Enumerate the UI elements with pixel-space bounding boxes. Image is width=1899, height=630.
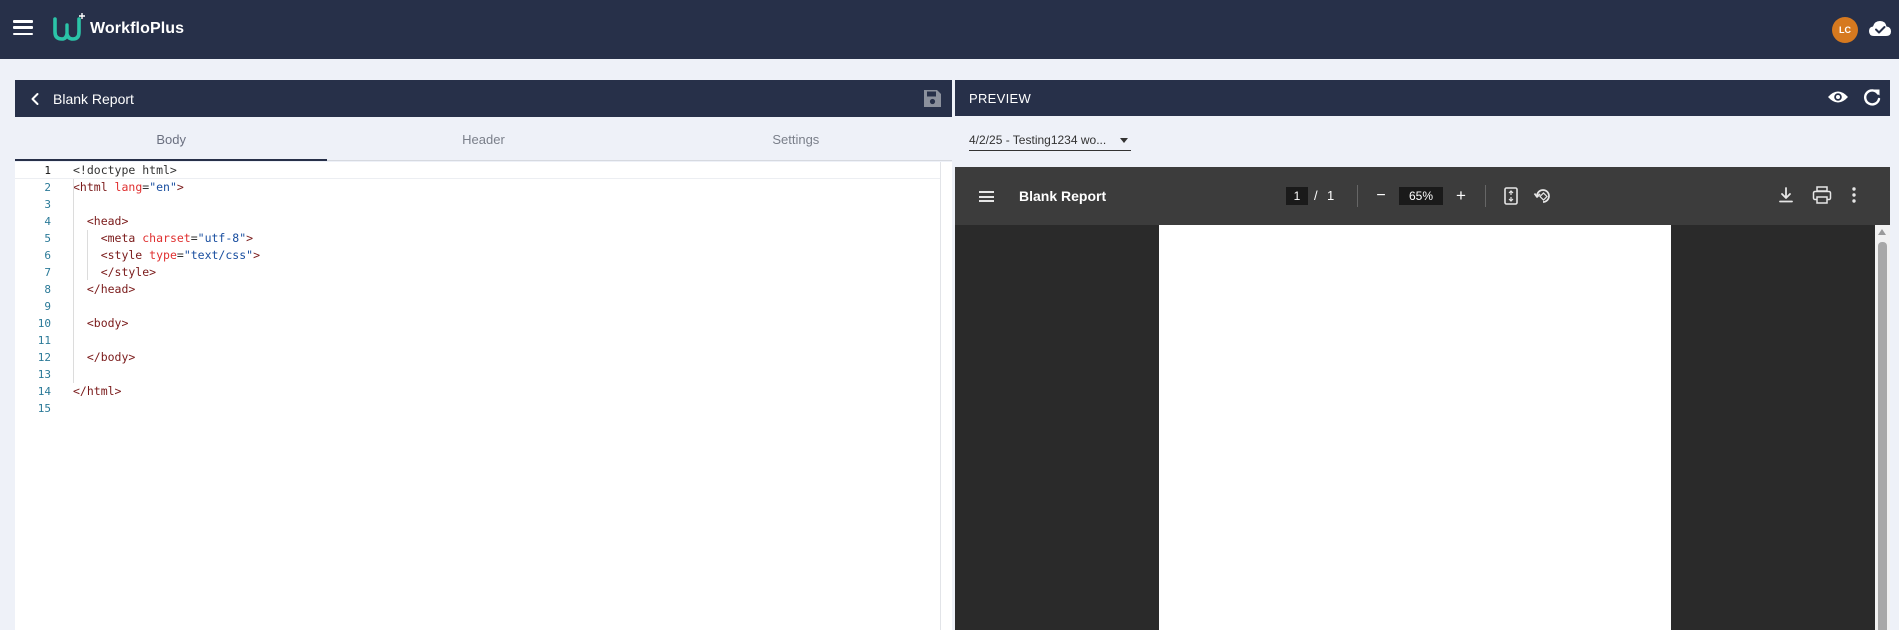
line-number: 1 <box>44 164 51 177</box>
chevron-left-icon[interactable] <box>27 91 43 107</box>
code-text: <head> <box>73 214 129 228</box>
code-line: 7 </style> <box>15 264 940 281</box>
app-header: WorkfloPlus LC <box>0 0 1899 59</box>
indent-guide <box>87 230 88 280</box>
pdf-menu-icon[interactable] <box>979 191 994 202</box>
eye-icon[interactable] <box>1827 89 1849 105</box>
user-avatar[interactable]: LC <box>1832 17 1858 43</box>
scroll-up-icon[interactable] <box>1878 229 1886 235</box>
download-icon[interactable] <box>1777 186 1795 204</box>
line-number: 2 <box>44 181 51 194</box>
cloud-check-icon[interactable] <box>1868 18 1892 40</box>
pdf-scrollbar[interactable] <box>1875 225 1890 630</box>
code-line: 15 <box>15 400 940 417</box>
line-number: 11 <box>37 334 51 347</box>
scroll-thumb[interactable] <box>1878 242 1887 630</box>
editor-header: Blank Report <box>15 80 952 117</box>
code-text: <style type="text/css"> <box>73 248 260 262</box>
toolbar-divider <box>1485 185 1486 207</box>
tab-header[interactable]: Header <box>327 118 639 160</box>
fit-page-icon[interactable] <box>1504 187 1518 205</box>
code-line: 4 <head> <box>15 213 940 230</box>
page-total: 1 <box>1327 188 1335 203</box>
toolbar-divider <box>1357 185 1358 207</box>
code-text: <body> <box>73 316 129 330</box>
code-line: 1 <!doctype html> <box>15 162 940 179</box>
code-text: </html> <box>73 384 122 398</box>
chevron-down-icon <box>1120 137 1128 143</box>
line-number: 12 <box>37 351 51 364</box>
line-number: 10 <box>37 317 51 330</box>
code-line: 8 </head> <box>15 281 940 298</box>
tab-body[interactable]: Body <box>15 118 328 161</box>
code-text: <!doctype html> <box>73 163 177 177</box>
code-line: 3 <box>15 196 940 213</box>
report-title: Blank Report <box>53 90 134 107</box>
code-text: </head> <box>73 282 136 296</box>
pdf-title: Blank Report <box>1019 188 1107 204</box>
code-line: 9 <box>15 298 940 315</box>
line-number: 4 <box>44 215 51 228</box>
line-number: 15 <box>37 402 51 415</box>
pdf-viewer: Blank Report 1 / 1 − 65% + <box>955 167 1890 630</box>
line-number: 3 <box>44 198 51 211</box>
code-line: 5 <meta charset="utf-8"> <box>15 230 940 247</box>
code-text: <html lang="en"> <box>73 180 184 194</box>
print-icon[interactable] <box>1812 186 1832 204</box>
line-number: 6 <box>44 249 51 262</box>
code-text: <meta charset="utf-8"> <box>73 231 254 245</box>
line-number: 8 <box>44 283 51 296</box>
line-number: 13 <box>37 368 51 381</box>
code-line: 12 </body> <box>15 349 940 366</box>
code-line: 11 <box>15 332 940 349</box>
line-number: 7 <box>44 266 51 279</box>
pdf-page <box>1159 225 1671 630</box>
code-line: 6 <style type="text/css"> <box>15 247 940 264</box>
code-line: 10 <body> <box>15 315 940 332</box>
tab-settings[interactable]: Settings <box>640 118 952 160</box>
floppy-disk-icon[interactable] <box>923 89 942 108</box>
code-line: 14 </html> <box>15 383 940 400</box>
hamburger-menu-icon[interactable] <box>13 20 33 35</box>
page-number-input[interactable]: 1 <box>1286 187 1308 205</box>
zoom-out-button[interactable]: − <box>1373 187 1389 205</box>
preview-title: PREVIEW <box>969 90 1032 106</box>
rotate-icon[interactable] <box>1533 186 1553 206</box>
editor-scrollbar[interactable] <box>940 162 952 630</box>
preview-header: PREVIEW <box>955 80 1890 116</box>
code-text: </style> <box>73 265 157 279</box>
more-vertical-icon[interactable] <box>1850 186 1858 204</box>
indent-guide <box>73 179 74 383</box>
editor-tabs: Body Header Settings <box>15 118 952 161</box>
refresh-icon[interactable] <box>1862 87 1882 107</box>
dataset-select[interactable]: 4/2/25 - Testing1234 wo... <box>969 130 1131 151</box>
workfloplus-logo-icon <box>53 13 85 41</box>
dataset-selected-value: 4/2/25 - Testing1234 wo... <box>969 133 1107 147</box>
code-text: </body> <box>73 350 136 364</box>
line-number: 9 <box>44 300 51 313</box>
code-line: 13 <box>15 366 940 383</box>
line-number: 14 <box>37 385 51 398</box>
line-number: 5 <box>44 232 51 245</box>
code-line: 2 <html lang="en"> <box>15 179 940 196</box>
pdf-toolbar: Blank Report 1 / 1 − 65% + <box>955 167 1890 225</box>
page-separator: / <box>1314 188 1318 203</box>
code-editor[interactable]: 1 <!doctype html> 2 <html lang="en"> 3 4… <box>15 162 940 630</box>
app-name: WorkfloPlus <box>90 20 185 37</box>
app-logo[interactable]: WorkfloPlus <box>52 13 184 43</box>
zoom-in-button[interactable]: + <box>1453 187 1469 205</box>
zoom-level-input[interactable]: 65% <box>1399 187 1443 205</box>
